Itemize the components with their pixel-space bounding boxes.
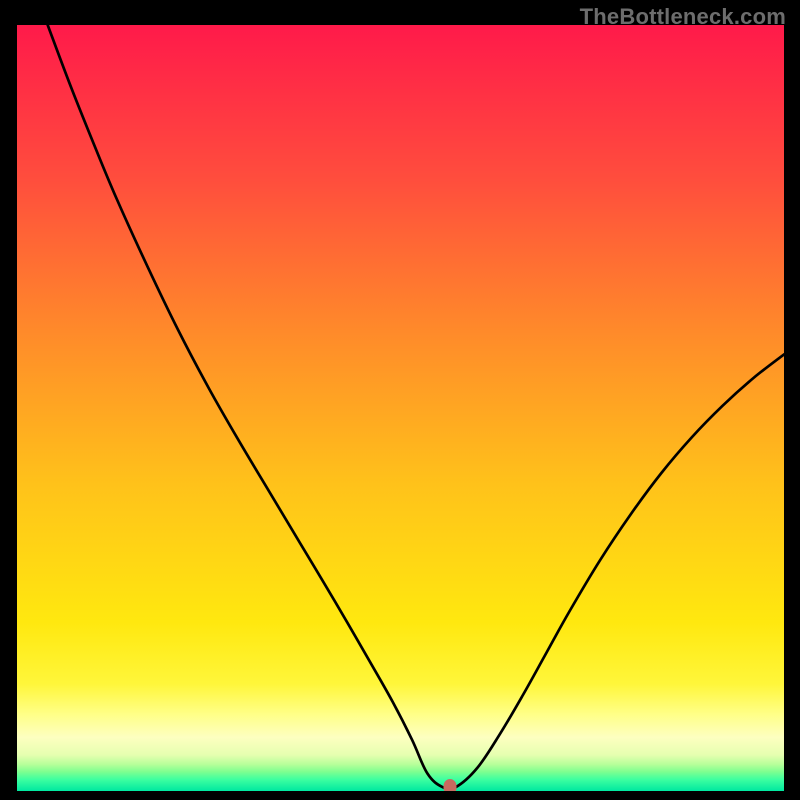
optimum-marker-icon xyxy=(444,779,457,791)
plot-area xyxy=(17,25,784,791)
bottleneck-curve xyxy=(17,25,784,791)
watermark-text: TheBottleneck.com xyxy=(580,4,786,30)
curve-path xyxy=(48,25,784,789)
chart-frame: TheBottleneck.com xyxy=(0,0,800,800)
